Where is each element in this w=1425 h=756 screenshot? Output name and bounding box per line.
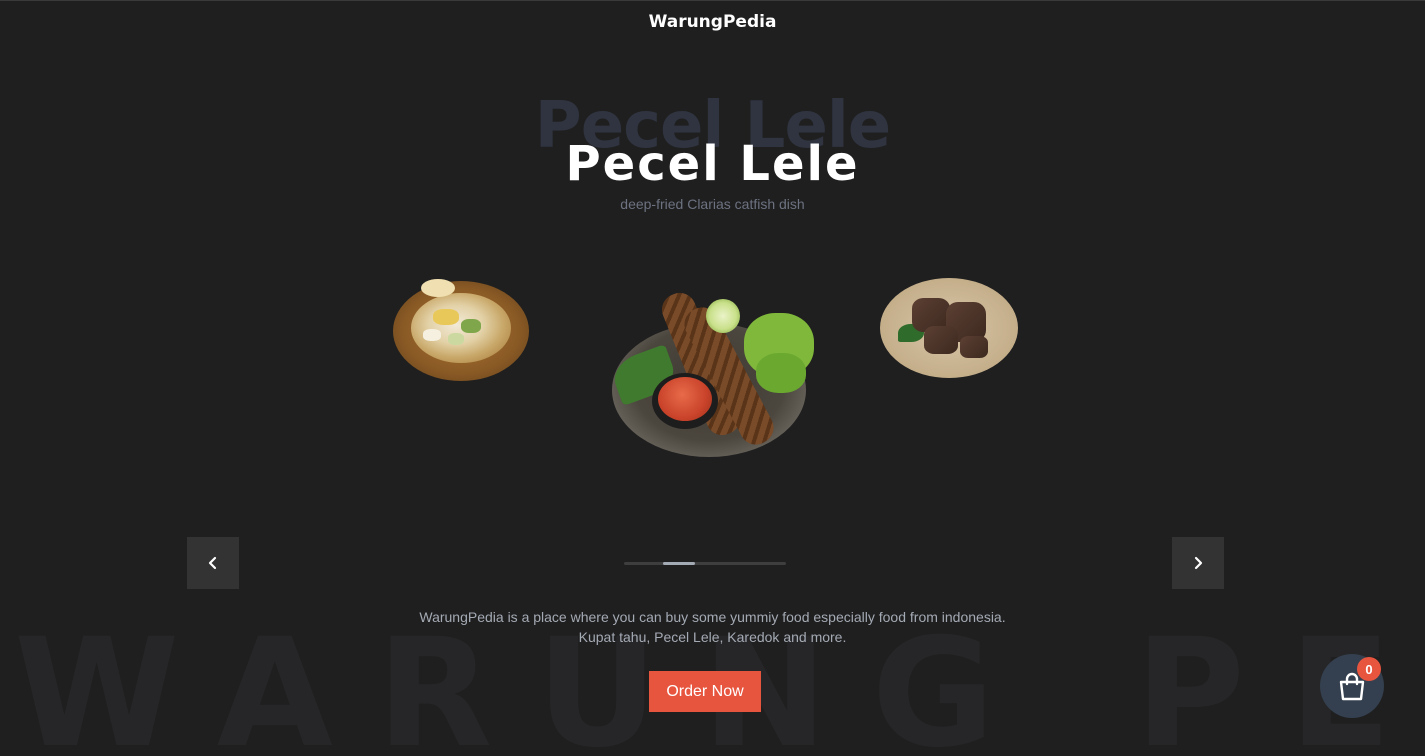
chevron-right-icon: [1194, 556, 1203, 570]
carousel-prev-button[interactable]: [187, 537, 239, 589]
description-line-2: Kupat tahu, Pecel Lele, Karedok and more…: [578, 629, 847, 645]
carousel-progress-track[interactable]: [624, 562, 786, 565]
carousel-next-button[interactable]: [1172, 537, 1224, 589]
cart-count-badge: 0: [1357, 657, 1381, 681]
slide-rendang-image[interactable]: [880, 278, 1018, 378]
slide-pecel-lele-image[interactable]: [606, 283, 814, 459]
page: WARUNG PEDIA WarungPedia Pecel Lele Pece…: [0, 0, 1425, 756]
chevron-left-icon: [208, 556, 217, 570]
site-description: WarungPedia is a place where you can buy…: [0, 607, 1425, 647]
order-now-button[interactable]: Order Now: [649, 671, 761, 712]
slide-kupat-tahu-image[interactable]: [393, 279, 529, 381]
carousel-progress-indicator: [663, 562, 695, 565]
description-line-1: WarungPedia is a place where you can buy…: [419, 609, 1006, 625]
